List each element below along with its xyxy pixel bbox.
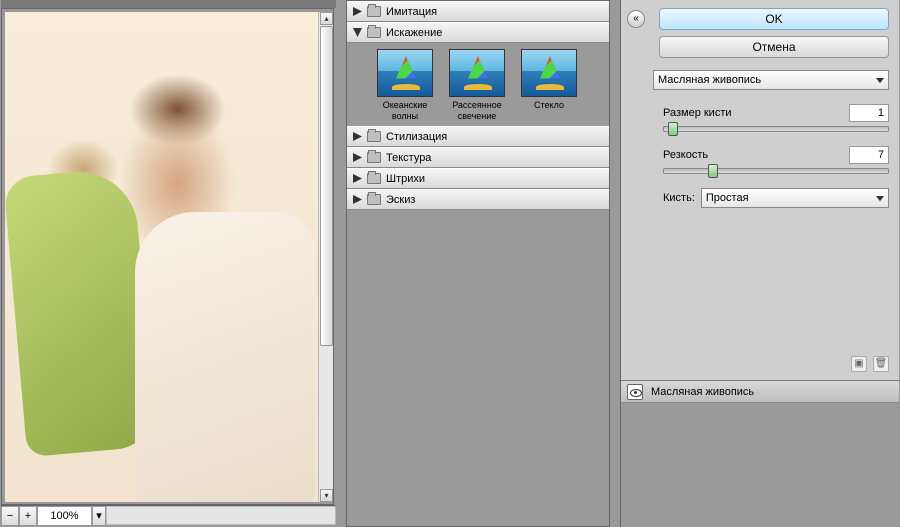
brush-select-value: Простая [706, 192, 749, 204]
layer-tools: ▣ 🗑 [851, 356, 889, 372]
param-brush-type: Кисть: Простая [663, 188, 889, 208]
category-label: Эскиз [386, 194, 415, 206]
scrollbar-thumb[interactable] [320, 26, 333, 346]
preview-scrollbar-vertical[interactable]: ▴ ▾ [318, 12, 333, 502]
param-sharpness: Резкость [663, 146, 889, 174]
collapse-button[interactable]: « [627, 10, 645, 28]
category-label: Имитация [386, 6, 437, 18]
filter-thumbnail-image [521, 49, 577, 97]
scroll-down-arrow-icon[interactable]: ▾ [320, 489, 333, 502]
filter-select-value: Масляная живопись [658, 74, 761, 86]
visibility-toggle-icon[interactable] [627, 384, 643, 400]
chevron-down-icon [876, 76, 884, 84]
effect-layer-label: Масляная живопись [651, 386, 754, 398]
folder-icon [367, 6, 381, 17]
zoom-out-button[interactable]: − [1, 506, 19, 526]
preview-titlebar [1, 0, 336, 8]
zoom-dropdown-icon[interactable]: ▾ [92, 506, 106, 526]
preview-footer: − + ▾ [1, 505, 336, 525]
filter-thumbnail-image [377, 49, 433, 97]
filter-thumbnails: Океанские волны Рассеянное свечение Стек… [347, 43, 609, 126]
effect-layer-row[interactable]: Масляная живопись [621, 381, 899, 403]
chevron-right-icon [353, 153, 362, 162]
param-brush-size-slider[interactable] [663, 126, 889, 132]
category-strokes[interactable]: Штрихи [347, 168, 609, 189]
filter-diffuse-glow[interactable]: Рассеянное свечение [445, 49, 509, 122]
zoom-in-button[interactable]: + [19, 506, 37, 526]
slider-thumb[interactable] [668, 122, 678, 136]
param-label: Размер кисти [663, 107, 732, 119]
filter-gallery-panel: Имитация Искажение Океанские волны Рассе… [346, 0, 610, 527]
chevron-down-icon [876, 194, 884, 202]
preview-scrollbar-horizontal[interactable] [106, 506, 336, 525]
param-label: Резкость [663, 149, 708, 161]
chevron-down-icon [353, 28, 362, 37]
param-brush-size-input[interactable] [849, 104, 889, 122]
filter-thumbnail-image [449, 49, 505, 97]
delete-effect-layer-button[interactable]: 🗑 [873, 356, 889, 372]
category-stylization[interactable]: Стилизация [347, 126, 609, 147]
filter-thumbnail-label: Рассеянное свечение [445, 100, 509, 122]
chevron-right-icon [353, 195, 362, 204]
zoom-field[interactable] [37, 506, 92, 526]
chevron-right-icon [353, 174, 362, 183]
settings-panel: « OK Отмена Масляная живопись Размер кис… [620, 0, 899, 527]
chevron-right-icon [353, 7, 362, 16]
filter-ocean-waves[interactable]: Океанские волны [373, 49, 437, 122]
new-effect-layer-button[interactable]: ▣ [851, 356, 867, 372]
folder-icon [367, 152, 381, 163]
brush-select[interactable]: Простая [701, 188, 889, 208]
folder-icon [367, 131, 381, 142]
folder-icon [367, 173, 381, 184]
category-label: Стилизация [386, 131, 447, 143]
param-sharpness-input[interactable] [849, 146, 889, 164]
filter-glass[interactable]: Стекло [517, 49, 581, 122]
category-label: Текстура [386, 152, 431, 164]
ok-button[interactable]: OK [659, 8, 889, 30]
param-brush-size: Размер кисти [663, 104, 889, 132]
folder-icon [367, 194, 381, 205]
filter-thumbnail-label: Океанские волны [373, 100, 437, 122]
brush-label: Кисть: [663, 192, 695, 204]
effect-layers-panel: Масляная живопись [621, 380, 899, 527]
slider-thumb[interactable] [708, 164, 718, 178]
chevron-right-icon [353, 132, 362, 141]
folder-icon [367, 27, 381, 38]
category-sketch[interactable]: Эскиз [347, 189, 609, 210]
param-sharpness-slider[interactable] [663, 168, 889, 174]
category-distortion[interactable]: Искажение [347, 22, 609, 43]
category-label: Искажение [386, 27, 442, 39]
filter-select[interactable]: Масляная живопись [653, 70, 889, 90]
preview-area[interactable]: ▴ ▾ [1, 8, 334, 505]
category-label: Штрихи [386, 173, 425, 185]
scroll-up-arrow-icon[interactable]: ▴ [320, 12, 333, 25]
cancel-button[interactable]: Отмена [659, 36, 889, 58]
category-texture[interactable]: Текстура [347, 147, 609, 168]
preview-image[interactable] [5, 12, 319, 502]
filter-thumbnail-label: Стекло [517, 100, 581, 111]
category-imitation[interactable]: Имитация [347, 1, 609, 22]
preview-panel: ▴ ▾ − + ▾ [1, 0, 336, 527]
